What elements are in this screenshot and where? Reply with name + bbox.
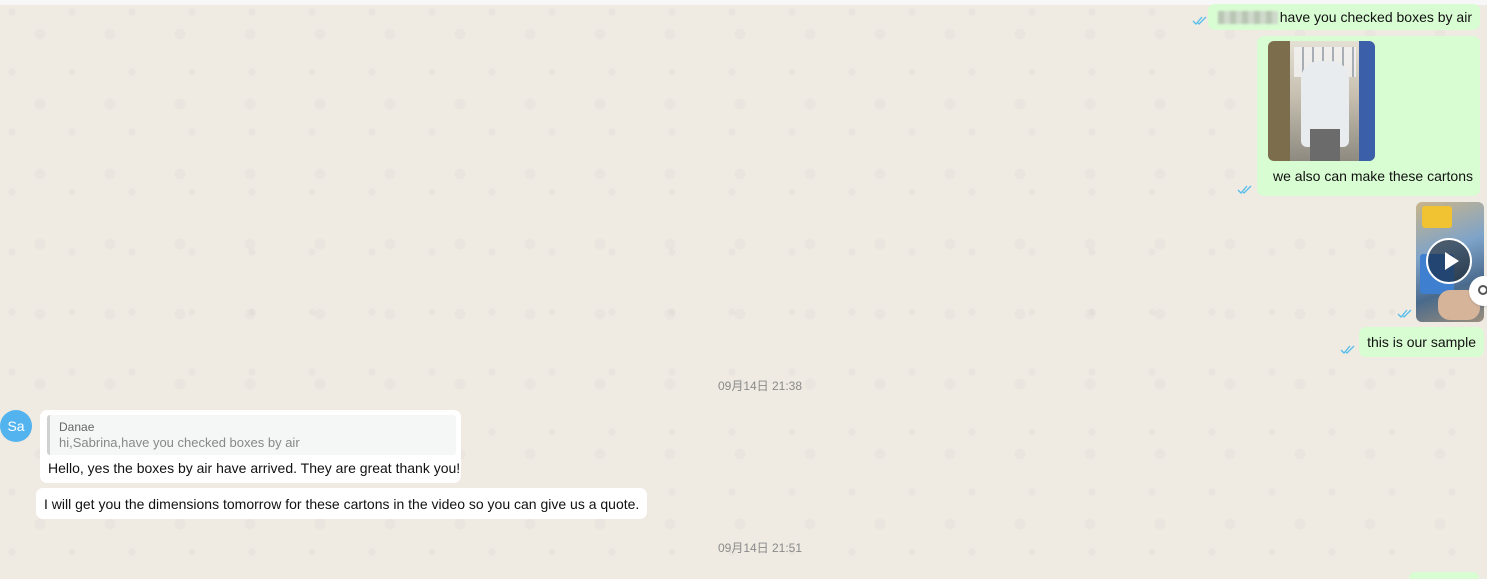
quoted-author: Danae — [59, 420, 95, 434]
outgoing-image-message[interactable]: we also can make these cartons — [1257, 36, 1480, 196]
outgoing-message[interactable]: have you checked boxes by air — [1207, 4, 1480, 30]
outgoing-video-message[interactable] — [1416, 202, 1484, 322]
read-double-check-icon — [1340, 345, 1355, 354]
read-double-check-icon — [1192, 16, 1207, 25]
outgoing-message[interactable]: this is our sample — [1359, 327, 1484, 357]
quoted-message[interactable]: Danae hi,Sabrina,have you checked boxes … — [47, 415, 456, 455]
avatar[interactable]: Sa — [0, 410, 32, 442]
outgoing-message-partial[interactable] — [1409, 572, 1479, 579]
incoming-message[interactable]: I will get you the dimensions tomorrow f… — [36, 488, 648, 519]
message-text: I will get you the dimensions tomorrow f… — [44, 495, 640, 512]
blurred-name — [1217, 10, 1278, 24]
read-double-check-icon — [1237, 185, 1252, 194]
photo-thumbnail[interactable] — [1268, 41, 1375, 161]
date-separator: 09月14日 21:38 — [717, 379, 803, 393]
quoted-text: hi,Sabrina,have you checked boxes by air — [59, 435, 300, 450]
date-separator: 09月14日 21:51 — [717, 541, 803, 555]
chat-message-list[interactable]: have you checked boxes by air we also ca… — [0, 0, 1487, 579]
incoming-reply-message[interactable]: Danae hi,Sabrina,have you checked boxes … — [40, 410, 461, 483]
play-icon[interactable] — [1426, 238, 1472, 284]
message-text: this is our sample — [1367, 334, 1476, 350]
message-text: Hello, yes the boxes by air have arrived… — [48, 460, 461, 476]
message-text: have you checked boxes by air — [1279, 9, 1472, 25]
image-caption: we also can make these cartons — [1273, 168, 1473, 184]
read-double-check-icon — [1397, 309, 1412, 318]
